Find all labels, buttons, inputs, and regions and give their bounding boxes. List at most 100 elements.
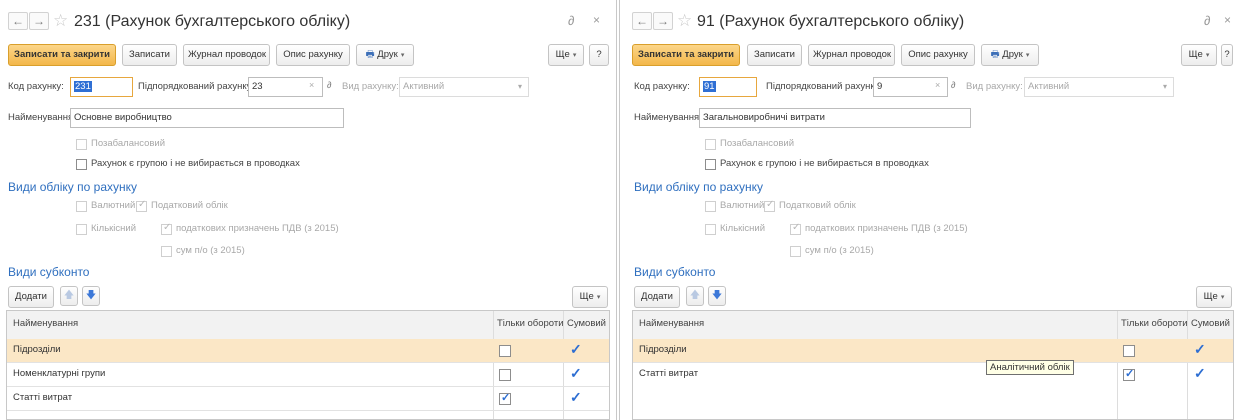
table-row[interactable]: Статті витрат ✓ ✓ (633, 363, 1233, 387)
print-button[interactable]: 🖶 Друк ▾ (356, 44, 414, 66)
parent-account-label: Підпорядкований рахунку: (138, 81, 255, 92)
turnover-checkbox[interactable] (499, 345, 511, 357)
journal-button[interactable]: Журнал проводок (808, 44, 895, 66)
sum-check-icon[interactable]: ✓ (570, 389, 582, 406)
table-row[interactable]: Підрозділи ✓ (633, 339, 1233, 363)
account-description-button[interactable]: Опис рахунку (276, 44, 350, 66)
more-button[interactable]: Ще ▾ (548, 44, 584, 66)
column-turnover-header[interactable]: Тільки обороти (497, 318, 564, 329)
column-sum-header[interactable]: Сумовий (567, 318, 606, 329)
quantity-checkbox[interactable] (705, 224, 716, 235)
account-code-field[interactable]: 91 (699, 77, 757, 97)
account-code-value: 91 (703, 81, 716, 92)
quantity-checkbox[interactable] (76, 224, 87, 235)
table-more-button[interactable]: Ще ▾ (1196, 286, 1232, 308)
move-down-button[interactable]: 🡇 (708, 286, 726, 306)
open-link-icon[interactable]: ∂ (327, 80, 331, 90)
account-description-button[interactable]: Опис рахунку (901, 44, 975, 66)
sum-checkbox[interactable] (790, 246, 801, 257)
tax-accounting-checkbox[interactable]: ✓ (764, 199, 775, 212)
printer-icon: 🖶 (990, 49, 1000, 60)
name-field[interactable]: Основне виробництво (70, 108, 344, 128)
column-name-header[interactable]: Найменування (639, 318, 704, 329)
currency-checkbox[interactable] (705, 201, 716, 212)
account-kind-field[interactable]: Активний ▾ (399, 77, 529, 97)
dropdown-caret-icon: ▾ (1220, 294, 1225, 301)
clear-icon[interactable]: × (935, 80, 940, 90)
subconto-section-title: Види субконто (8, 265, 90, 279)
row-name: Номенклатурні групи (13, 368, 106, 379)
back-button[interactable]: ← (8, 12, 28, 30)
turnover-checkbox[interactable]: ✓ (1123, 368, 1135, 381)
move-up-button[interactable]: 🡅 (60, 286, 78, 306)
dropdown-caret-icon: ▾ (400, 52, 405, 59)
sum-label: сум п/о (з 2015) (805, 245, 874, 256)
forward-button[interactable]: → (653, 12, 673, 30)
table-more-button[interactable]: Ще ▾ (572, 286, 608, 308)
row-name: Статті витрат (639, 368, 699, 379)
open-link-icon[interactable]: ∂ (951, 80, 955, 90)
window-title: 231 (Рахунок бухгалтерського обліку) (74, 13, 351, 30)
name-field[interactable]: Загальновиробничі витрати (699, 108, 971, 128)
save-and-close-button[interactable]: Записати та закрити (8, 44, 116, 66)
tax-accounting-label: Податковий облік (151, 200, 228, 211)
print-label: Друк (377, 49, 398, 60)
help-button[interactable]: ? (589, 44, 609, 66)
checkmark-icon: ✓ (138, 199, 147, 210)
save-button[interactable]: Записати (122, 44, 177, 66)
add-button[interactable]: Додати (8, 286, 54, 308)
tooltip: Аналітичний облік (986, 360, 1074, 375)
sum-check-icon[interactable]: ✓ (1194, 341, 1206, 358)
group-checkbox[interactable] (705, 159, 716, 170)
column-turnover-header[interactable]: Тільки обороти (1121, 318, 1188, 329)
title-bar: ← → ☆ 231 (Рахунок бухгалтерського облік… (0, 10, 612, 34)
favorite-star-icon[interactable]: ☆ (53, 10, 68, 32)
clear-icon[interactable]: × (309, 80, 314, 90)
vat-purpose-checkbox[interactable]: ✓ (790, 222, 801, 235)
dropdown-caret-icon: ▾ (572, 52, 577, 59)
forward-button[interactable]: → (29, 12, 49, 30)
table-row[interactable]: Номенклатурні групи ✓ (7, 363, 609, 387)
vat-purpose-checkbox[interactable]: ✓ (161, 222, 172, 235)
move-down-button[interactable]: 🡇 (82, 286, 100, 306)
sum-checkbox[interactable] (161, 246, 172, 257)
currency-checkbox[interactable] (76, 201, 87, 212)
turnover-checkbox[interactable] (499, 369, 511, 381)
move-up-button[interactable]: 🡅 (686, 286, 704, 306)
currency-label: Валютний (720, 200, 765, 211)
turnover-checkbox[interactable]: ✓ (499, 392, 511, 405)
favorite-star-icon[interactable]: ☆ (677, 10, 692, 32)
account-kind-field[interactable]: Активний ▾ (1024, 77, 1174, 97)
tax-accounting-label: Податковий облік (779, 200, 856, 211)
turnover-checkbox[interactable] (1123, 345, 1135, 357)
print-button[interactable]: 🖶 Друк ▾ (981, 44, 1039, 66)
table-row[interactable]: Підрозділи ✓ (7, 339, 609, 363)
close-icon[interactable]: × (1224, 13, 1231, 27)
back-button[interactable]: ← (632, 12, 652, 30)
account-code-field[interactable]: 231 (70, 77, 133, 97)
sum-check-icon[interactable]: ✓ (570, 341, 582, 358)
offbalance-checkbox[interactable] (76, 139, 87, 150)
save-button[interactable]: Записати (747, 44, 802, 66)
offbalance-checkbox[interactable] (705, 139, 716, 150)
table-row[interactable]: Статті витрат ✓ ✓ (7, 387, 609, 411)
link-icon[interactable]: ∂ (568, 13, 574, 28)
vat-purpose-label: податкових призначень ПДВ (з 2015) (176, 223, 339, 234)
dropdown-caret-icon: ▾ (517, 82, 522, 91)
group-checkbox[interactable] (76, 159, 87, 170)
column-name-header[interactable]: Найменування (13, 318, 78, 329)
column-sum-header[interactable]: Сумовий (1191, 318, 1230, 329)
arrow-up-icon: 🡅 (689, 290, 701, 301)
sum-check-icon[interactable]: ✓ (1194, 365, 1206, 382)
close-icon[interactable]: × (593, 13, 600, 27)
journal-button[interactable]: Журнал проводок (183, 44, 270, 66)
save-and-close-button[interactable]: Записати та закрити (632, 44, 740, 66)
link-icon[interactable]: ∂ (1204, 13, 1210, 28)
help-button[interactable]: ? (1221, 44, 1233, 66)
arrow-right-icon: → (33, 14, 45, 28)
add-button[interactable]: Додати (634, 286, 680, 308)
more-button[interactable]: Ще ▾ (1181, 44, 1217, 66)
tax-accounting-checkbox[interactable]: ✓ (136, 199, 147, 212)
checkmark-icon: ✓ (792, 222, 801, 233)
sum-check-icon[interactable]: ✓ (570, 365, 582, 382)
